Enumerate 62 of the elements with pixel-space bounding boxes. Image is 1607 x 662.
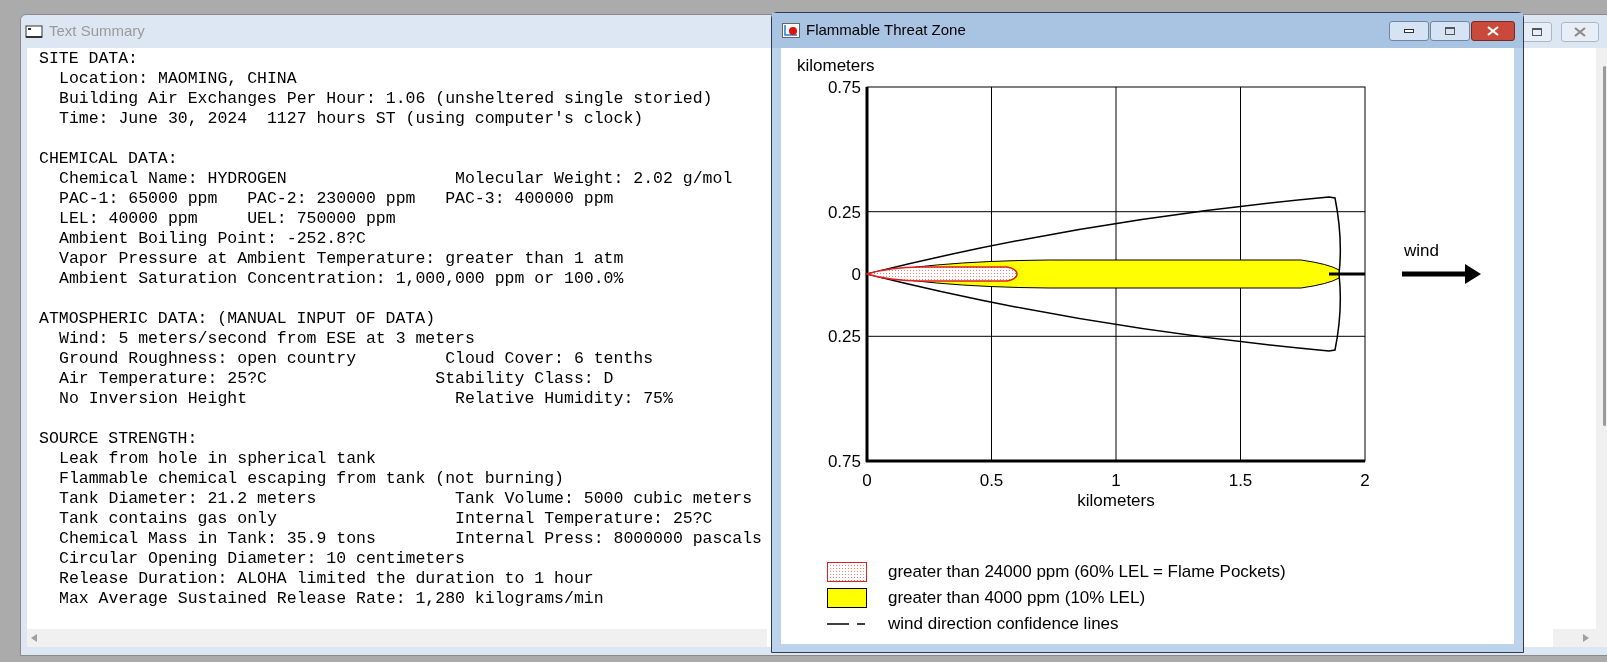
scroll-left-icon[interactable] [29,633,39,643]
legend-label: greater than 24000 ppm (60% LEL = Flame Pockets) [888,561,1286,584]
summary-line: Ground Roughness: open country Cloud Cover: 6 tenths [58,349,654,369]
close-icon [1574,26,1586,37]
scroll-thumb[interactable] [1603,66,1606,426]
summary-line: Max Average Sustained Release Rate: 1,280 kilograms/min [58,589,604,609]
wind-label: wind [1404,241,1439,260]
maximize-icon [1445,26,1455,35]
y-tick-label: 0.75 [827,452,861,471]
y-axis-label: kilometers [797,56,875,75]
summary-line: Vapor Pressure at Ambient Temperature: greater than 1 atm [58,249,624,269]
chart-window-icon [782,23,800,38]
maximize-button[interactable] [1522,21,1552,42]
summary-line: Time: June 30, 2024 1127 hours ST (using computer's clock) [58,109,644,129]
summary-line: Release Duration: ALOHA limited the duration to 1 hour [58,569,594,589]
window-title: Text Summary [49,21,145,42]
summary-line: PAC-1: 65000 ppm PAC-2: 230000 ppm PAC-3: 400000 ppm [58,189,614,209]
legend-label: greater than 4000 ppm (10% LEL) [888,587,1146,610]
minimize-button[interactable] [1389,20,1429,41]
summary-line: Location: MAOMING, CHINA [58,69,297,89]
scroll-right-icon[interactable] [1581,633,1591,643]
flammable-swatch [827,588,867,608]
summary-line: Ambient Boiling Point: -252.8?C [58,229,366,249]
summary-line: LEL: 40000 ppm UEL: 750000 ppm [58,209,396,229]
summary-line: Tank Diameter: 21.2 meters Tank Volume: 5000 cubic meters [58,489,753,509]
x-tick-label: 0 [862,471,872,490]
x-tick-label: 1 [1111,471,1121,490]
horizontal-scrollbar[interactable] [27,629,767,647]
legend-label: wind direction confidence lines [888,613,1119,636]
maximize-button[interactable] [1430,20,1470,41]
x-tick-label: 0.5 [979,471,1004,490]
summary-line: Chemical Mass in Tank: 35.9 tons Internal Press: 8000000 pascals [58,529,762,549]
y-tick-label: 0.25 [827,327,861,347]
summary-line: Chemical Name: HYDROGEN Molecular Weight: 2.02 g/mol [58,169,733,189]
x-tick-label: 2 [1360,471,1370,490]
maximize-icon [1532,27,1542,36]
summary-line: Air Temperature: 25?C Stability Class: D [58,369,614,389]
summary-line: No Inversion Height Relative Humidity: 75% [58,389,673,409]
summary-line: Leak from hole in spherical tank [58,449,376,469]
window-icon [25,24,43,39]
scrollbar-end[interactable] [1553,629,1607,647]
section-heading: CHEMICAL DATA: [39,149,178,169]
flame-pocket-swatch [827,562,867,582]
y-tick-label: 0.75 [827,78,861,97]
summary-line: Building Air Exchanges Per Hour: 1.06 (unsheltered single storied) [58,89,713,109]
summary-line: Tank contains gas only Internal Temperature: 25?C [58,509,713,529]
summary-line: Wind: 5 meters/second from ESE at 3 meters [58,329,475,349]
x-axis-label: kilometers [1077,491,1155,510]
close-icon [1487,25,1499,36]
dashed-line-swatch [827,622,867,626]
section-heading: ATMOSPHERIC DATA: (MANUAL INPUT OF DATA) [39,309,436,329]
x-tick-label: 1.5 [1228,471,1253,490]
minimize-icon [1404,28,1414,33]
summary-line: Ambient Saturation Concentration: 1,000,000 ppm or 100.0% [58,269,624,289]
section-heading: SOURCE STRENGTH: [39,429,198,449]
summary-line: Flammable chemical escaping from tank (not burning) [58,469,564,489]
section-heading: SITE DATA: [39,49,139,69]
y-tick-label: 0.25 [827,202,861,222]
summary-line: Circular Opening Diameter: 10 centimeters [58,549,465,569]
window-title: Flammable Threat Zone [806,20,966,41]
close-button[interactable] [1471,20,1515,41]
y-tick-label: 0 [851,265,861,284]
